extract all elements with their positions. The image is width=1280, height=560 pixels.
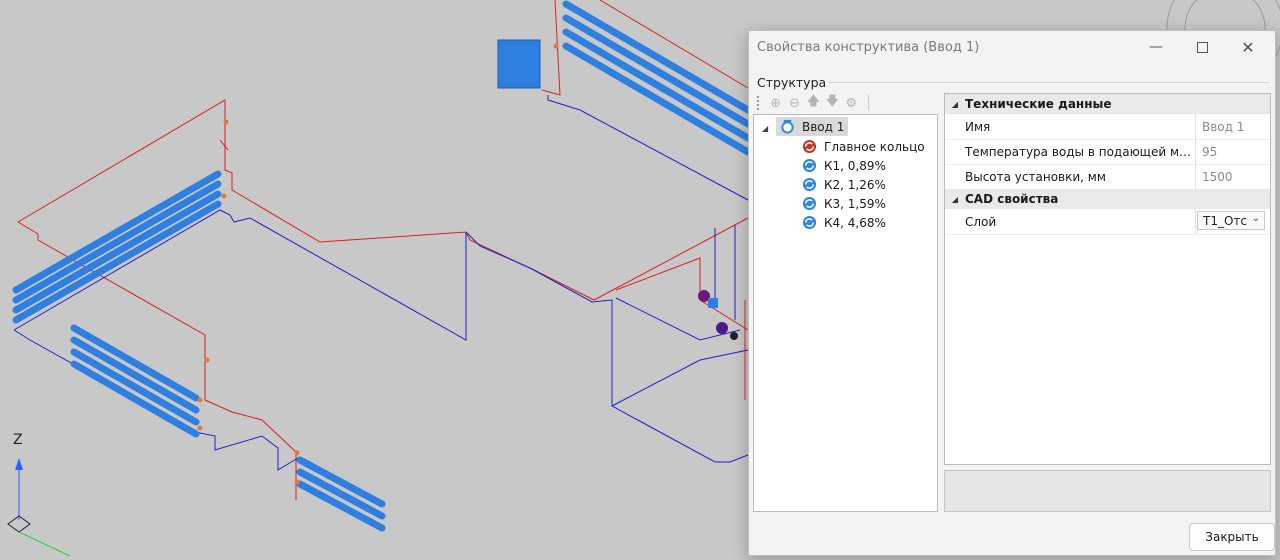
- group-divider: [757, 82, 1269, 83]
- property-name: Слой: [965, 214, 997, 229]
- property-divider: [1195, 114, 1196, 139]
- toolbar-grip[interactable]: [757, 96, 762, 110]
- settings-icon[interactable]: ⚙: [843, 95, 859, 112]
- tree-item-label: К3, 1,59%: [824, 196, 886, 211]
- collapse-icon[interactable]: ◢: [762, 124, 768, 133]
- main-ring-icon: [802, 139, 817, 154]
- property-value: Ввод 1: [1202, 119, 1245, 134]
- category-cad[interactable]: ◢ CAD свойства: [945, 189, 1270, 209]
- ring-icon: [802, 215, 817, 230]
- layer-select-value: T1_Отс: [1203, 213, 1247, 228]
- property-row-height[interactable]: Высота установки, мм 1500: [945, 164, 1270, 190]
- category-title: Технические данные: [965, 97, 1112, 111]
- tree-item-label: К4, 4,68%: [824, 215, 886, 230]
- property-grid: ◢ Технические данные Имя Ввод 1 Температ…: [944, 93, 1271, 465]
- arrow-up-icon[interactable]: 🡅: [806, 94, 822, 112]
- property-row-name[interactable]: Имя Ввод 1: [945, 114, 1270, 140]
- property-name: Имя: [965, 119, 991, 134]
- maximize-button[interactable]: [1179, 31, 1225, 63]
- structure-group-label: Структура: [757, 75, 830, 90]
- ring-icon: [802, 177, 817, 192]
- add-icon[interactable]: ⊕: [768, 95, 784, 112]
- tree-item-k1[interactable]: К1, 0,89%: [802, 156, 886, 175]
- property-row-temperature[interactable]: Температура воды в подающей магистрали 9…: [945, 139, 1270, 165]
- close-icon: ✕: [1241, 37, 1255, 57]
- minimize-button[interactable]: —: [1133, 31, 1179, 63]
- collapse-icon[interactable]: ◢: [945, 100, 965, 109]
- chevron-down-icon: ⌄: [1251, 213, 1260, 224]
- property-name: Высота установки, мм: [965, 169, 1106, 184]
- close-window-button[interactable]: ✕: [1225, 31, 1271, 63]
- dialog-titlebar[interactable]: Свойства конструктива (Ввод 1) — ✕: [749, 31, 1275, 63]
- arrow-down-icon[interactable]: 🡇: [824, 94, 840, 112]
- property-row-layer[interactable]: Слой T1_Отс ⌄: [945, 209, 1270, 235]
- structure-toolbar: ⊕ ⊖ 🡅 🡇 ⚙: [757, 93, 870, 113]
- tree-item-label: К1, 0,89%: [824, 158, 886, 173]
- property-value: 95: [1202, 144, 1218, 159]
- property-description-panel: [944, 470, 1271, 512]
- property-divider: [1195, 164, 1196, 189]
- tree-item-k4[interactable]: К4, 4,68%: [802, 213, 886, 232]
- category-technical[interactable]: ◢ Технические данные: [945, 94, 1270, 114]
- inlet-icon: [781, 119, 794, 134]
- toolbar-separator: [868, 95, 870, 111]
- tree-item-label: К2, 1,26%: [824, 177, 886, 192]
- ring-icon: [802, 196, 817, 211]
- tree-item-label: Ввод 1: [802, 119, 845, 134]
- tree-item-label: Главное кольцо: [824, 139, 925, 154]
- tree-item-main-ring[interactable]: Главное кольцо: [802, 137, 925, 156]
- close-button[interactable]: Закрыть: [1189, 523, 1275, 551]
- dialog-title: Свойства конструктива (Ввод 1): [757, 40, 980, 55]
- property-divider: [1195, 209, 1196, 234]
- tree-item-root[interactable]: Ввод 1: [776, 117, 849, 136]
- maximize-icon: [1196, 41, 1208, 53]
- property-name: Температура воды в подающей магистрали: [965, 144, 1192, 159]
- remove-icon[interactable]: ⊖: [787, 95, 803, 112]
- property-divider: [1195, 139, 1196, 164]
- category-title: CAD свойства: [965, 192, 1059, 206]
- structure-properties-dialog: Свойства конструктива (Ввод 1) — ✕ Струк…: [748, 30, 1276, 556]
- collapse-icon[interactable]: ◢: [945, 195, 965, 204]
- layer-select[interactable]: T1_Отс ⌄: [1197, 211, 1265, 230]
- minimize-icon: —: [1149, 39, 1163, 55]
- tree-item-k2[interactable]: К2, 1,26%: [802, 175, 886, 194]
- structure-tree[interactable]: ◢ Ввод 1 Главное кольцо К1, 0,89% К2, 1,…: [753, 114, 938, 512]
- property-value: 1500: [1202, 169, 1233, 184]
- z-axis-label: Z: [13, 432, 23, 448]
- ring-icon: [802, 158, 817, 173]
- tree-item-k3[interactable]: К3, 1,59%: [802, 194, 886, 213]
